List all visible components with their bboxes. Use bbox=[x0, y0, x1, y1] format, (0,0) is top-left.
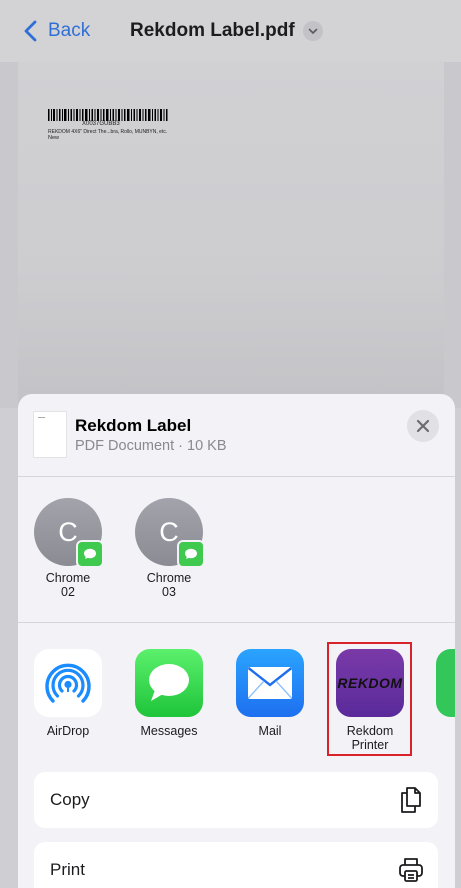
contact-name: Chrome 03 bbox=[146, 571, 192, 599]
barcode bbox=[48, 109, 168, 121]
messages-icon bbox=[135, 649, 203, 717]
app-airdrop[interactable]: AirDrop bbox=[23, 649, 113, 738]
close-icon bbox=[416, 419, 430, 433]
label-description: REKDOM 4X6" Direct The...bra, Rollo, MUN… bbox=[48, 129, 168, 135]
app-label: AirDrop bbox=[46, 724, 90, 738]
copy-icon bbox=[401, 787, 421, 813]
app-mail[interactable]: Mail bbox=[225, 649, 315, 738]
document-thumbnail bbox=[33, 411, 67, 458]
share-header: Rekdom Label PDF Document · 10 KB bbox=[18, 394, 455, 476]
app-label: Mail bbox=[258, 724, 282, 738]
print-label: Print bbox=[50, 860, 85, 879]
messages-badge-icon bbox=[177, 540, 205, 568]
back-label: Back bbox=[48, 20, 91, 41]
share-sheet: Rekdom Label PDF Document · 10 KB C Chro… bbox=[18, 394, 455, 888]
print-icon bbox=[399, 858, 423, 882]
divider bbox=[18, 622, 455, 623]
whatsapp-icon bbox=[436, 649, 455, 717]
contact-chrome-02[interactable]: C Chrome 02 bbox=[23, 498, 113, 599]
app-messages[interactable]: Messages bbox=[124, 649, 214, 738]
chevron-down-icon bbox=[302, 21, 323, 41]
pdf-page: X0037GUBB3 REKDOM 4X6" Direct The...bra,… bbox=[18, 62, 444, 408]
document-meta: PDF Document · 10 KB bbox=[75, 438, 227, 454]
document-name: Rekdom Label bbox=[75, 416, 192, 435]
avatar: C bbox=[135, 498, 205, 568]
barcode-number: X0037GUBB3 bbox=[82, 121, 120, 127]
app-label: W bbox=[425, 724, 455, 738]
close-button[interactable] bbox=[407, 410, 439, 442]
highlight-box bbox=[327, 642, 412, 756]
pdf-preview: X0037GUBB3 REKDOM 4X6" Direct The...bra,… bbox=[0, 62, 461, 408]
airdrop-icon bbox=[34, 649, 102, 717]
messages-badge-icon bbox=[76, 540, 104, 568]
chevron-left-icon bbox=[24, 20, 37, 42]
contact-name: Chrome 02 bbox=[45, 571, 91, 599]
screen: Back Rekdom Label.pdf X0037GUBB3 REKDOM … bbox=[0, 0, 461, 888]
avatar: C bbox=[34, 498, 104, 568]
contact-chrome-03[interactable]: C Chrome 03 bbox=[124, 498, 214, 599]
copy-action[interactable]: Copy bbox=[34, 772, 438, 828]
label-condition: New bbox=[48, 135, 60, 141]
divider bbox=[18, 476, 455, 477]
copy-label: Copy bbox=[50, 790, 90, 809]
app-partial[interactable]: W bbox=[425, 649, 455, 738]
app-label: Messages bbox=[140, 724, 198, 738]
page-title: Rekdom Label.pdf bbox=[130, 20, 295, 41]
print-action[interactable]: Print bbox=[34, 842, 438, 888]
nav-bar: Back Rekdom Label.pdf bbox=[0, 0, 461, 62]
mail-icon bbox=[236, 649, 304, 717]
title-menu[interactable]: Rekdom Label.pdf bbox=[130, 20, 323, 42]
back-button[interactable]: Back bbox=[22, 20, 90, 42]
